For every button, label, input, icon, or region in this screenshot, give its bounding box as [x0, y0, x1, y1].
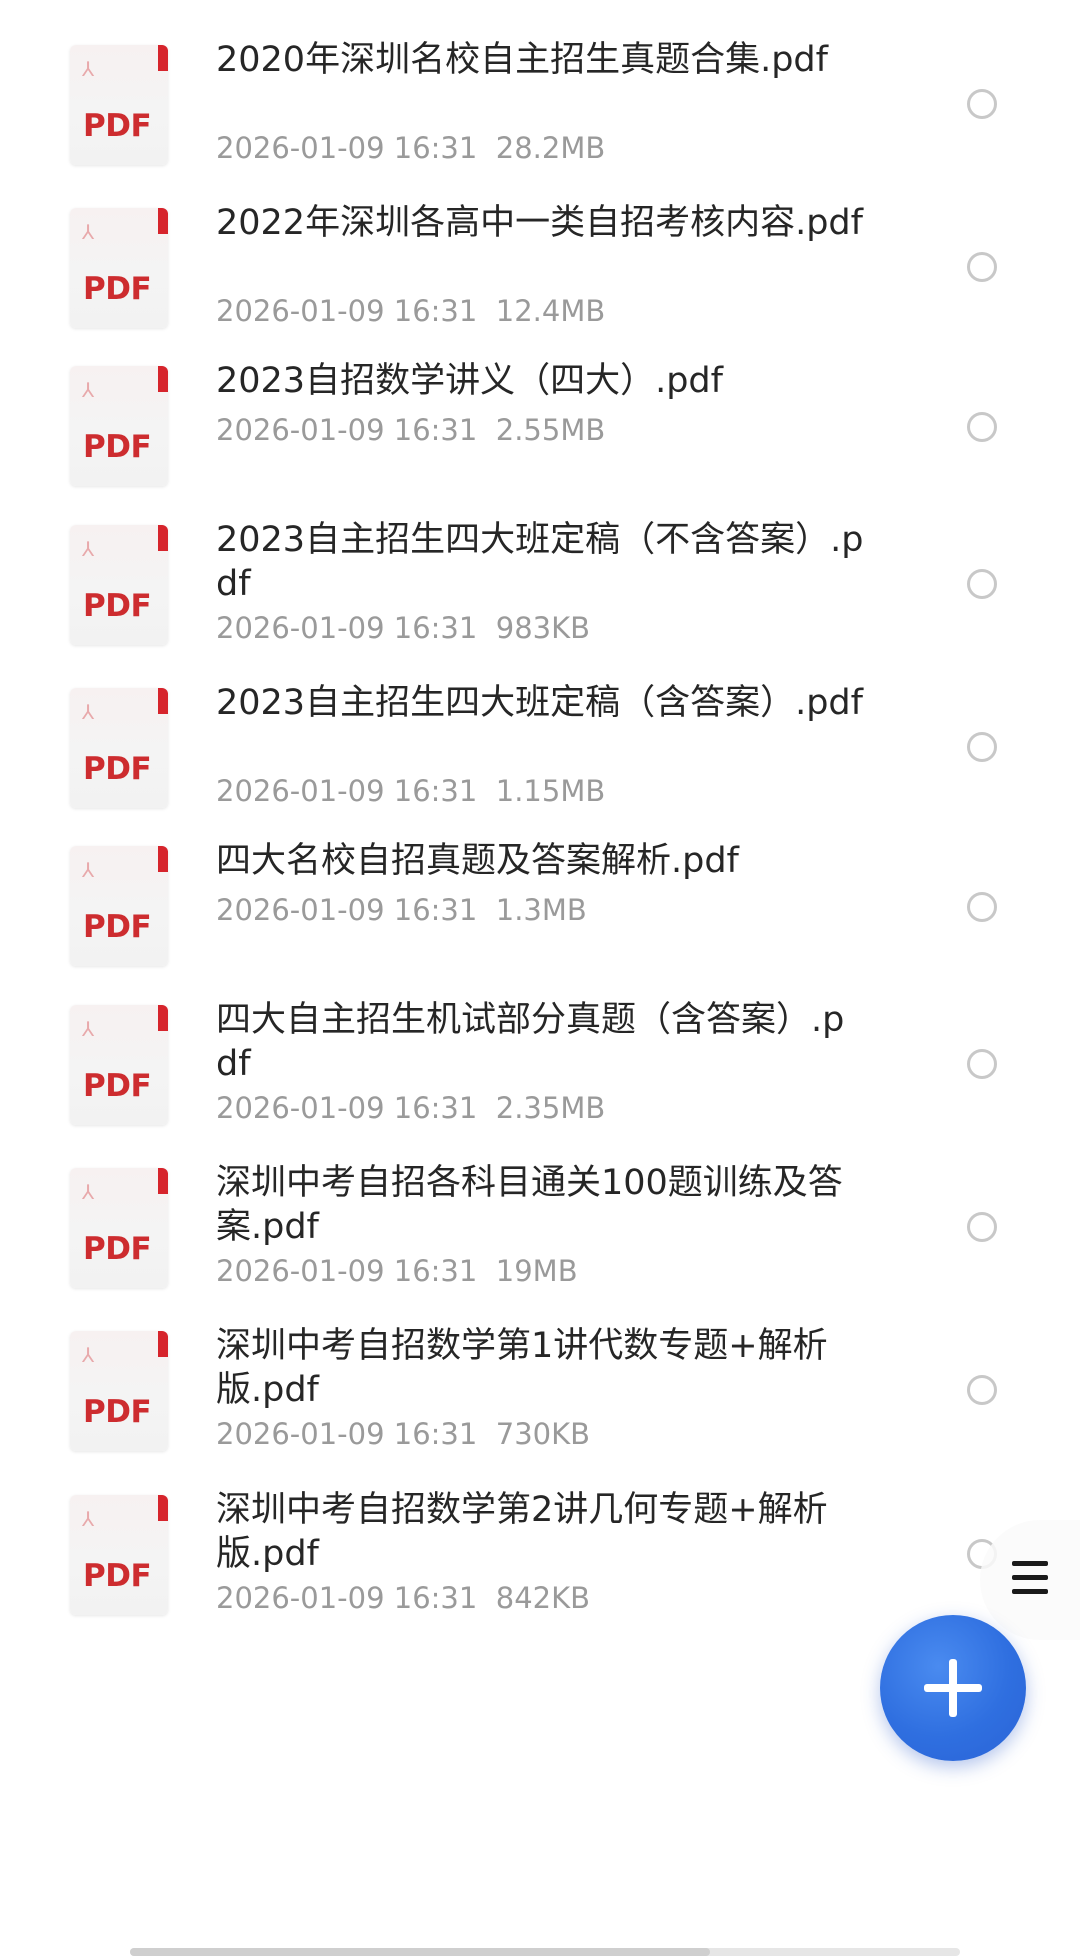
- pdf-badge-text: PDF: [83, 1394, 152, 1430]
- file-meta: 2026-01-09 16:31 730KB: [216, 1416, 590, 1452]
- pdf-file-icon: ⅄ PDF: [70, 366, 168, 486]
- pdf-file-icon: ⅄ PDF: [70, 1495, 168, 1615]
- file-meta: 2026-01-09 16:31 19MB: [216, 1253, 578, 1289]
- file-date: 2026-01-09 16:31: [216, 1254, 478, 1288]
- select-radio-button[interactable]: [967, 732, 997, 762]
- file-size: 19MB: [495, 1254, 578, 1288]
- file-size: 983KB: [495, 611, 591, 645]
- file-name: 2023自主招生四大班定稿（含答案）.pdf: [216, 683, 863, 723]
- file-meta: 2026-01-09 16:31 1.3MB: [216, 892, 587, 928]
- pdf-badge-text: PDF: [83, 271, 152, 307]
- file-meta: 2026-01-09 16:31 2.35MB: [216, 1090, 605, 1126]
- pdf-badge-text: PDF: [83, 751, 152, 787]
- acrobat-glyph-icon: ⅄: [82, 220, 95, 244]
- file-date: 2026-01-09 16:31: [216, 611, 478, 645]
- file-name: 四大名校自招真题及答案解析.pdf: [216, 841, 739, 881]
- select-radio-button[interactable]: [967, 252, 997, 282]
- acrobat-glyph-icon: ⅄: [82, 858, 95, 882]
- pdf-corner-tab: [158, 525, 168, 551]
- pdf-corner-tab: [158, 846, 168, 872]
- scrollbar-thumb[interactable]: [130, 1948, 710, 1956]
- pdf-corner-tab: [158, 208, 168, 234]
- file-name: 2023自招数学讲义（四大）.pdf: [216, 361, 723, 401]
- pdf-badge-text: PDF: [83, 909, 152, 945]
- file-meta: 2026-01-09 16:31 28.2MB: [216, 130, 605, 166]
- file-size: 1.3MB: [495, 893, 587, 927]
- select-radio-button[interactable]: [967, 89, 997, 119]
- file-date: 2026-01-09 16:31: [216, 413, 478, 447]
- file-size: 730KB: [495, 1417, 591, 1451]
- pdf-corner-tab: [158, 688, 168, 714]
- pdf-file-icon: ⅄ PDF: [70, 846, 168, 966]
- pdf-corner-tab: [158, 1005, 168, 1031]
- pdf-badge-text: PDF: [83, 588, 152, 624]
- acrobat-glyph-icon: ⅄: [82, 57, 95, 81]
- file-date: 2026-01-09 16:31: [216, 1417, 478, 1451]
- select-radio-button[interactable]: [967, 1212, 997, 1242]
- acrobat-glyph-icon: ⅄: [82, 537, 95, 561]
- file-date: 2026-01-09 16:31: [216, 1091, 478, 1125]
- file-date: 2026-01-09 16:31: [216, 1581, 478, 1615]
- pdf-file-icon: ⅄ PDF: [70, 525, 168, 645]
- file-size: 28.2MB: [495, 131, 606, 165]
- pdf-corner-tab: [158, 366, 168, 392]
- pdf-badge-text: PDF: [83, 1231, 152, 1267]
- select-radio-button[interactable]: [967, 412, 997, 442]
- file-meta: 2026-01-09 16:31 2.55MB: [216, 412, 605, 448]
- pdf-file-icon: ⅄ PDF: [70, 45, 168, 165]
- file-meta: 2026-01-09 16:31 983KB: [216, 610, 590, 646]
- file-name: 深圳中考自招数学第2讲几何专题+解析版.pdf: [216, 1490, 828, 1574]
- file-browser-screen: ⅄ PDF 2020年深圳名校自主招生真题合集.pdf 2026-01-09 16:3…: [0, 0, 1080, 1960]
- pdf-corner-tab: [158, 1331, 168, 1357]
- pdf-file-icon: ⅄ PDF: [70, 1005, 168, 1125]
- pdf-corner-tab: [158, 45, 168, 71]
- add-button[interactable]: [880, 1615, 1026, 1761]
- file-date: 2026-01-09 16:31: [216, 893, 478, 927]
- acrobat-glyph-icon: ⅄: [82, 1180, 95, 1204]
- pdf-file-icon: ⅄ PDF: [70, 1168, 168, 1288]
- pdf-badge-text: PDF: [83, 1558, 152, 1594]
- pdf-corner-tab: [158, 1168, 168, 1194]
- file-size: 842KB: [495, 1581, 591, 1615]
- select-radio-button[interactable]: [967, 1049, 997, 1079]
- pdf-file-icon: ⅄ PDF: [70, 688, 168, 808]
- file-name: 四大自主招生机试部分真题（含答案）.pdf: [216, 1000, 845, 1084]
- file-size: 2.35MB: [495, 1091, 606, 1125]
- acrobat-glyph-icon: ⅄: [82, 1343, 95, 1367]
- pdf-file-icon: ⅄ PDF: [70, 1331, 168, 1451]
- file-name: 2020年深圳名校自主招生真题合集.pdf: [216, 40, 828, 80]
- select-radio-button[interactable]: [967, 1375, 997, 1405]
- file-name: 深圳中考自招数学第1讲代数专题+解析版.pdf: [216, 1326, 828, 1410]
- acrobat-glyph-icon: ⅄: [82, 700, 95, 724]
- file-name: 2022年深圳各高中一类自招考核内容.pdf: [216, 203, 863, 243]
- file-name: 2023自主招生四大班定稿（不含答案）.pdf: [216, 520, 864, 604]
- hamburger-menu-icon[interactable]: [1012, 1561, 1050, 1595]
- select-radio-button[interactable]: [967, 569, 997, 599]
- file-date: 2026-01-09 16:31: [216, 131, 478, 165]
- acrobat-glyph-icon: ⅄: [82, 1017, 95, 1041]
- file-name: 深圳中考自招各科目通关100题训练及答案.pdf: [216, 1163, 843, 1247]
- acrobat-glyph-icon: ⅄: [82, 1507, 95, 1531]
- file-size: 2.55MB: [495, 413, 606, 447]
- acrobat-glyph-icon: ⅄: [82, 378, 95, 402]
- pdf-badge-text: PDF: [83, 429, 152, 465]
- horizontal-scrollbar[interactable]: [130, 1948, 960, 1956]
- pdf-badge-text: PDF: [83, 108, 152, 144]
- pdf-file-icon: ⅄ PDF: [70, 208, 168, 328]
- select-radio-button[interactable]: [967, 892, 997, 922]
- pdf-badge-text: PDF: [83, 1068, 152, 1104]
- pdf-corner-tab: [158, 1495, 168, 1521]
- file-list-item[interactable]: ⅄ PDF 深圳中考自招数学第2讲几何专题+解析版.pdf 2026-01-09 16…: [0, 1450, 1080, 1648]
- file-meta: 2026-01-09 16:31 842KB: [216, 1580, 590, 1616]
